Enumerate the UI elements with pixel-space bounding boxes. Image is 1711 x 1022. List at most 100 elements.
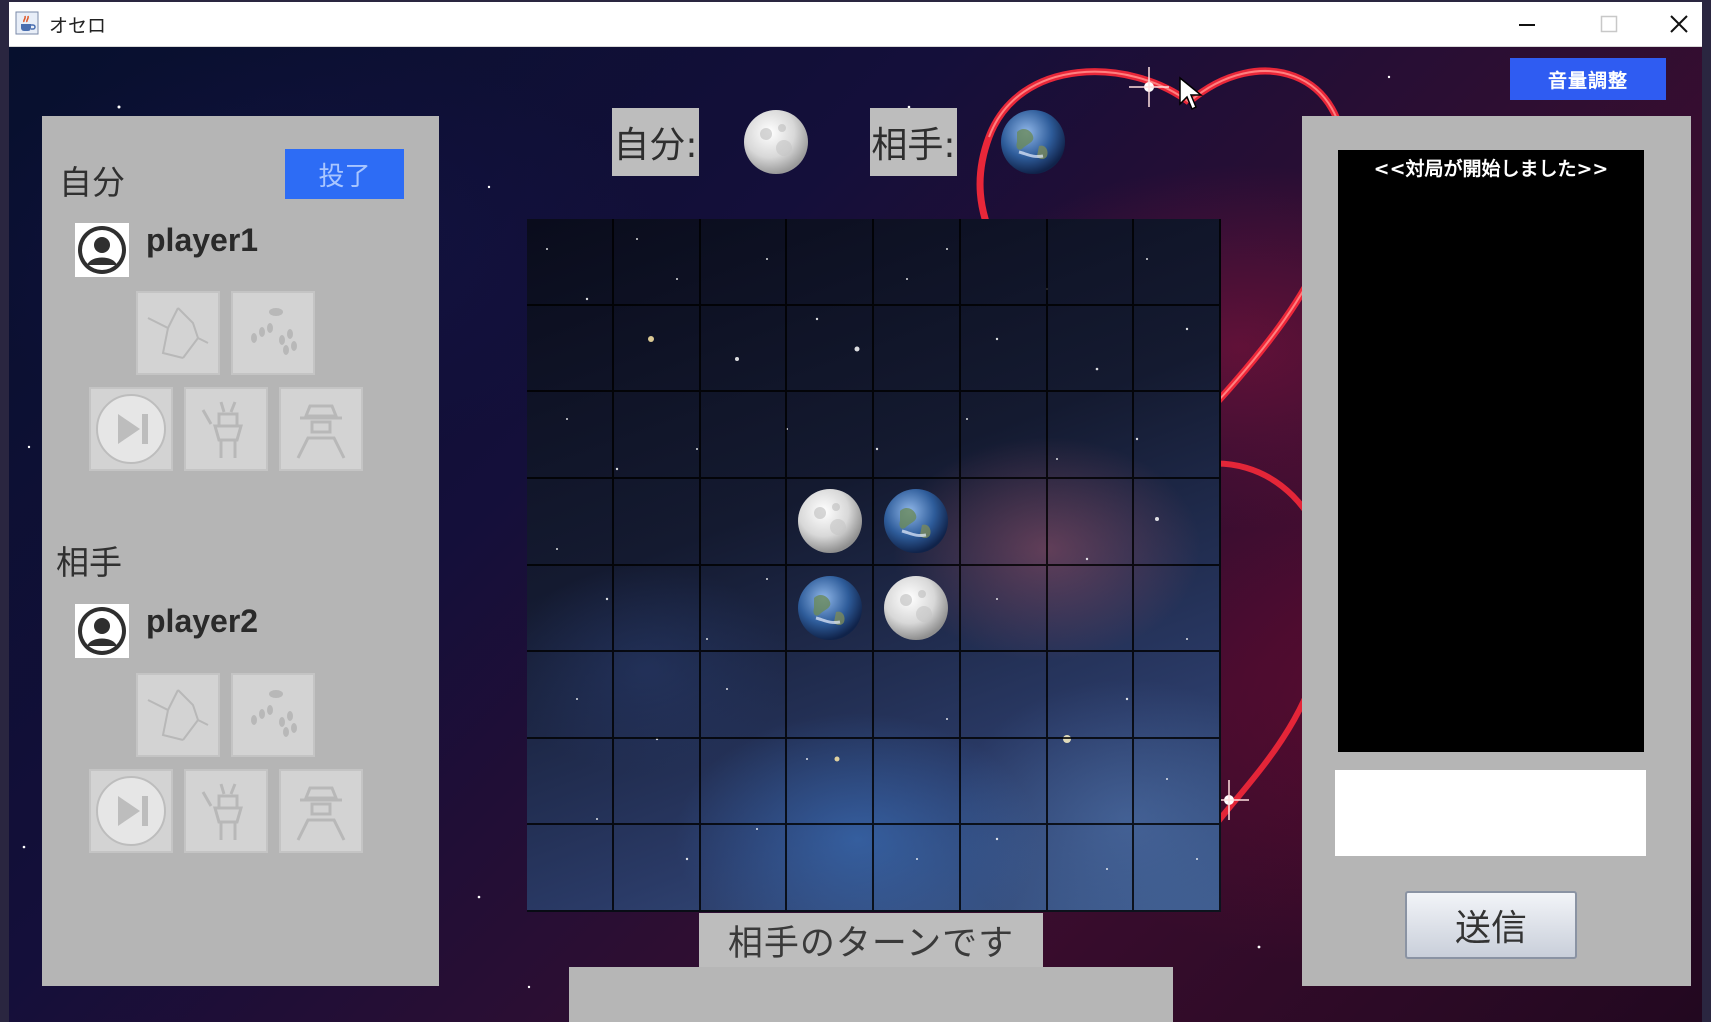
board-cell[interactable]	[874, 392, 961, 479]
minimize-button[interactable]	[1492, 2, 1562, 46]
board-cell[interactable]	[787, 305, 874, 393]
board-cell[interactable]	[960, 392, 1048, 479]
board-cell[interactable]	[613, 305, 701, 393]
board-cell[interactable]	[1134, 825, 1221, 912]
players-panel: 自分 投了 player1 相手 player2	[42, 116, 439, 986]
board-cell[interactable]	[787, 738, 874, 826]
chat-message: <<対局が開始しました>>	[1373, 158, 1609, 180]
board-cell[interactable]	[1047, 219, 1135, 306]
board-cell[interactable]	[1047, 652, 1135, 739]
maximize-icon	[1600, 15, 1618, 33]
board-cell[interactable]	[787, 219, 874, 306]
board-cell[interactable]	[1134, 219, 1221, 306]
board-cell[interactable]	[613, 219, 701, 306]
board-cell[interactable]	[1047, 392, 1135, 479]
scatter-icon	[251, 308, 297, 355]
board-cell[interactable]	[527, 565, 614, 653]
board-cell[interactable]	[1134, 738, 1221, 826]
maximize-button[interactable]	[1574, 2, 1644, 46]
item-crack-button[interactable]	[136, 291, 220, 375]
board-cell[interactable]	[787, 392, 874, 479]
board-cell[interactable]	[874, 305, 961, 393]
item-spy-button[interactable]	[279, 387, 363, 471]
skip-turn-icon	[96, 776, 166, 846]
board-cell[interactable]	[1047, 565, 1135, 653]
opponent-item-crack	[136, 673, 220, 757]
app-window: オセロ 音量調整 自分 投了 player1 相手 player2 自分: 相手…	[9, 2, 1702, 1022]
item-skip-button[interactable]	[89, 387, 173, 471]
board-cell[interactable]	[613, 478, 701, 566]
resign-button[interactable]: 投了	[285, 149, 404, 199]
mouse-cursor-icon	[1179, 76, 1204, 111]
chat-panel: <<対局が開始しました>> 送信	[1302, 116, 1691, 986]
board-cell[interactable]	[1047, 305, 1135, 393]
chat-log[interactable]: <<対局が開始しました>>	[1338, 150, 1644, 752]
self-score-label: 自分:	[612, 108, 699, 176]
game-area: 音量調整 自分 投了 player1 相手 player2 自分: 相手: 相手…	[9, 47, 1702, 1022]
board-cell[interactable]	[1047, 478, 1135, 566]
board-cell[interactable]	[700, 738, 788, 826]
board-cell[interactable]	[960, 219, 1048, 306]
board-cell[interactable]	[527, 825, 614, 912]
board-cell[interactable]	[527, 305, 614, 393]
devil-icon	[201, 783, 243, 840]
board-cell[interactable]	[1047, 825, 1135, 912]
board-cell[interactable]	[527, 478, 614, 566]
board-cell[interactable]	[700, 392, 788, 479]
hat-man-icon	[296, 786, 346, 841]
turn-status-label: 相手のターンです	[699, 913, 1043, 968]
send-button[interactable]: 送信	[1405, 891, 1577, 959]
volume-adjust-button[interactable]: 音量調整	[1510, 58, 1666, 100]
self-section-label: 自分	[59, 163, 125, 202]
board-cell[interactable]	[527, 738, 614, 826]
item-devil-button[interactable]	[184, 387, 268, 471]
othello-board	[527, 219, 1221, 912]
avatar-icon	[75, 604, 129, 658]
board-cell[interactable]	[960, 565, 1048, 653]
board-cell[interactable]	[1047, 738, 1135, 826]
opponent-score-label: 相手:	[870, 108, 957, 176]
item-scatter-button[interactable]	[231, 291, 315, 375]
board-cell[interactable]	[613, 825, 701, 912]
board-cell[interactable]	[613, 565, 701, 653]
avatar-icon	[75, 223, 129, 277]
board-cell[interactable]	[1134, 392, 1221, 479]
board-cell[interactable]	[613, 392, 701, 479]
board-cell[interactable]	[960, 305, 1048, 393]
board-cell[interactable]	[1134, 305, 1221, 393]
opponent-item-devil	[184, 769, 268, 853]
board-cell[interactable]	[700, 652, 788, 739]
close-button[interactable]	[1656, 2, 1702, 46]
board-cell[interactable]	[960, 478, 1048, 566]
board-cell[interactable]	[527, 652, 614, 739]
board-cell[interactable]	[700, 219, 788, 306]
chat-input[interactable]	[1335, 770, 1646, 856]
moon-piece-icon	[882, 574, 950, 642]
board-cell[interactable]	[960, 652, 1048, 739]
board-cell[interactable]	[700, 565, 788, 653]
opponent-item-spy	[279, 769, 363, 853]
self-player-name: player1	[146, 222, 259, 258]
board-cell[interactable]	[787, 825, 874, 912]
board-cell[interactable]	[700, 478, 788, 566]
earth-piece-icon	[882, 487, 950, 555]
board-cell[interactable]	[700, 305, 788, 393]
board-cell[interactable]	[874, 825, 961, 912]
board-cell[interactable]	[787, 652, 874, 739]
board-cell[interactable]	[1134, 652, 1221, 739]
board-cell[interactable]	[527, 392, 614, 479]
board-cell[interactable]	[1134, 565, 1221, 653]
board-cell[interactable]	[874, 652, 961, 739]
board-cell[interactable]	[1134, 478, 1221, 566]
moon-disc-icon	[742, 108, 810, 176]
board-cell[interactable]	[527, 219, 614, 306]
board-cell[interactable]	[960, 738, 1048, 826]
board-cell[interactable]	[960, 825, 1048, 912]
board-cell[interactable]	[874, 219, 961, 306]
devil-icon	[201, 401, 243, 458]
board-cell[interactable]	[613, 652, 701, 739]
java-cup-icon	[15, 11, 39, 35]
board-cell[interactable]	[700, 825, 788, 912]
board-cell[interactable]	[613, 738, 701, 826]
board-cell[interactable]	[874, 738, 961, 826]
